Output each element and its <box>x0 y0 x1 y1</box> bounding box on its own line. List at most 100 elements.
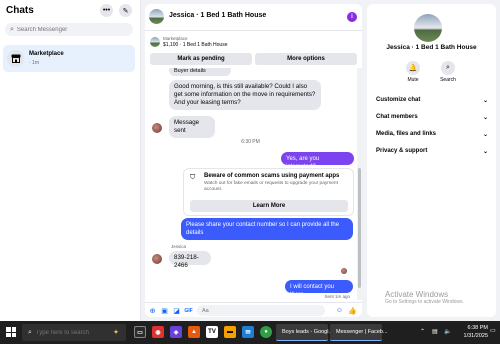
panel-row-chat-members[interactable]: Chat members ⌄ <box>376 111 488 123</box>
search-icon: ⌕ <box>28 328 32 336</box>
chat-header: Jessica · 1 Bed 1 Bath House i <box>145 4 362 31</box>
mark-as-pending-button[interactable]: Mark as pending <box>150 53 252 65</box>
mail-icon[interactable]: ✉ <box>242 326 254 338</box>
panel-row-label: Customize chat <box>376 97 421 103</box>
copilot-icon[interactable]: ✦ <box>110 326 122 338</box>
app-icon-tradingview[interactable]: TV <box>206 326 218 338</box>
listing-summary: $1,100 · 1 Bed 1 Bath House <box>163 42 228 48</box>
learn-more-button[interactable]: Learn More <box>190 200 348 212</box>
message-composer: ⊕ ▣ ◪ GIF ☺ 👍 <box>145 302 362 317</box>
mute-label: Mute <box>407 77 419 83</box>
watermark-subtitle: Go to Settings to activate Windows. <box>385 299 464 305</box>
windows-start-icon[interactable] <box>6 327 16 337</box>
search-action[interactable]: ⌕ Search <box>433 61 463 83</box>
network-icon[interactable]: ▤ <box>432 328 438 335</box>
volume-icon[interactable]: 🔈 <box>444 328 451 335</box>
message-bubble-outgoing-contact: Please share your contact number so I ca… <box>181 218 353 240</box>
app-icon-orange[interactable]: ▲ <box>188 326 200 338</box>
scam-warning-card: ⛉ Beware of common scams using payment a… <box>183 168 354 216</box>
chat-list-sidebar: Chats ••• ✎ ⌕ Marketplace · 1m <box>0 0 141 321</box>
panel-row-privacy-support[interactable]: Privacy & support ⌄ <box>376 145 488 157</box>
bell-icon: 🔔 <box>406 61 420 75</box>
chrome-icon[interactable]: ● <box>260 326 272 338</box>
taskbar-task-boys-leads[interactable]: Boys leads - Googl... <box>276 324 333 341</box>
task-label: Boys leads - Googl... <box>282 329 334 335</box>
taskbar-task-messenger[interactable]: Messenger | Faceb... <box>330 324 388 341</box>
message-bubble-phone: 839-218-2466 <box>169 251 211 269</box>
panel-row-label: Chat members <box>376 114 418 120</box>
sender-avatar <box>152 123 162 133</box>
activate-windows-watermark: Activate Windows Go to Settings to activ… <box>385 290 464 305</box>
app-icon-red[interactable]: ◉ <box>152 326 164 338</box>
chevron-down-icon: ⌄ <box>482 114 488 121</box>
panel-contact-name: Jessica · 1 Bed 1 Bath House <box>386 44 477 51</box>
contact-avatar-large[interactable] <box>414 14 442 42</box>
scam-warning-body: Watch out for fake emails or requests to… <box>204 181 338 192</box>
panel-row-media-files[interactable]: Media, files and links ⌄ <box>376 128 488 140</box>
notification-icon[interactable]: ▭ <box>490 327 496 334</box>
time-divider: 6:30 PM <box>241 139 260 145</box>
chevron-up-icon[interactable]: ⌃ <box>420 328 425 335</box>
more-options-icon[interactable]: ••• <box>100 4 113 17</box>
message-scrollbar[interactable] <box>357 68 362 300</box>
new-message-icon[interactable]: ✎ <box>119 4 132 17</box>
search-icon: ⌕ <box>441 61 455 75</box>
app-icon-purple[interactable]: ◈ <box>170 326 182 338</box>
message-input[interactable] <box>197 305 325 316</box>
scam-warning-title: Beware of common scams using payment app… <box>204 173 340 179</box>
taskbar-clock[interactable]: 6:38 PM 1/31/2025 <box>464 324 488 340</box>
panel-row-label: Privacy & support <box>376 148 428 154</box>
message-bubble-outgoing-final: I will contact you there <box>285 280 353 298</box>
sent-status: Sent 1m ago <box>324 294 350 299</box>
contact-avatar[interactable] <box>149 9 164 24</box>
message-bubble-outgoing-yes: Yes, are you interested? <box>281 152 354 170</box>
thumbs-up-icon[interactable]: 👍 <box>348 306 357 315</box>
search-input[interactable] <box>16 26 117 33</box>
chat-window: Jessica · 1 Bed 1 Bath House i Marketpla… <box>145 4 362 317</box>
message-bubble-sent-notice: Message sent <box>169 116 215 138</box>
clock-date: 1/31/2025 <box>463 333 488 339</box>
image-icon[interactable]: ▣ <box>160 306 169 315</box>
chevron-down-icon: ⌄ <box>482 97 488 104</box>
gif-icon[interactable]: GIF <box>184 306 193 315</box>
info-icon[interactable]: i <box>347 12 357 22</box>
mute-action[interactable]: 🔔 Mute <box>398 61 428 83</box>
sender-name-label: Jessica <box>171 244 187 249</box>
conversation-time: · 1m <box>29 60 39 66</box>
sticker-icon[interactable]: ◪ <box>172 306 181 315</box>
conversation-name: Marketplace <box>29 51 64 57</box>
watermark-title: Activate Windows <box>385 290 449 299</box>
file-explorer-icon[interactable]: ▬ <box>224 326 236 338</box>
chevron-down-icon: ⌄ <box>482 131 488 138</box>
shield-icon: ⛉ <box>190 174 196 181</box>
more-options-button[interactable]: More options <box>255 53 357 65</box>
message-list[interactable]: Buyer details Good morning, is this stil… <box>145 68 356 300</box>
task-label: Messenger | Faceb... <box>336 329 388 335</box>
chat-title[interactable]: Jessica · 1 Bed 1 Bath House <box>169 12 266 19</box>
windows-taskbar: ⌕ ✦ ▭ ◉ ◈ ▲ TV ▬ ✉ ● Boys leads - Googl.… <box>0 321 500 344</box>
marketplace-listing-bar: Marketplace $1,100 · 1 Bed 1 Bath House … <box>145 32 362 68</box>
messenger-app: Chats ••• ✎ ⌕ Marketplace · 1m Jessica ·… <box>0 0 500 321</box>
search-label: Search <box>440 77 456 83</box>
search-icon: ⌕ <box>10 25 14 33</box>
listing-label: Marketplace <box>163 36 188 41</box>
plus-icon[interactable]: ⊕ <box>148 306 157 315</box>
buyer-details-bubble: Buyer details <box>169 68 231 76</box>
listing-thumbnail[interactable] <box>150 37 160 47</box>
sender-avatar <box>152 254 162 264</box>
scrollbar-thumb[interactable] <box>358 168 361 288</box>
panel-row-label: Media, files and links <box>376 131 437 137</box>
emoji-icon[interactable]: ☺ <box>335 306 344 315</box>
conversation-item-marketplace[interactable]: Marketplace · 1m <box>3 45 135 72</box>
chevron-down-icon: ⌄ <box>482 148 488 155</box>
taskbar-search-input[interactable] <box>35 329 116 336</box>
search-messenger[interactable]: ⌕ <box>5 23 133 36</box>
sidebar-title: Chats <box>6 5 34 16</box>
panel-row-customize-chat[interactable]: Customize chat ⌄ <box>376 94 488 106</box>
clock-time: 6:38 PM <box>467 325 488 331</box>
task-view-icon[interactable]: ▭ <box>134 326 146 338</box>
message-bubble-inquiry: Good morning, is this still available? C… <box>169 80 321 110</box>
conversation-info-panel: Jessica · 1 Bed 1 Bath House 🔔 Mute ⌕ Se… <box>367 4 496 317</box>
read-receipt-avatar <box>341 268 347 274</box>
marketplace-icon <box>7 50 24 67</box>
